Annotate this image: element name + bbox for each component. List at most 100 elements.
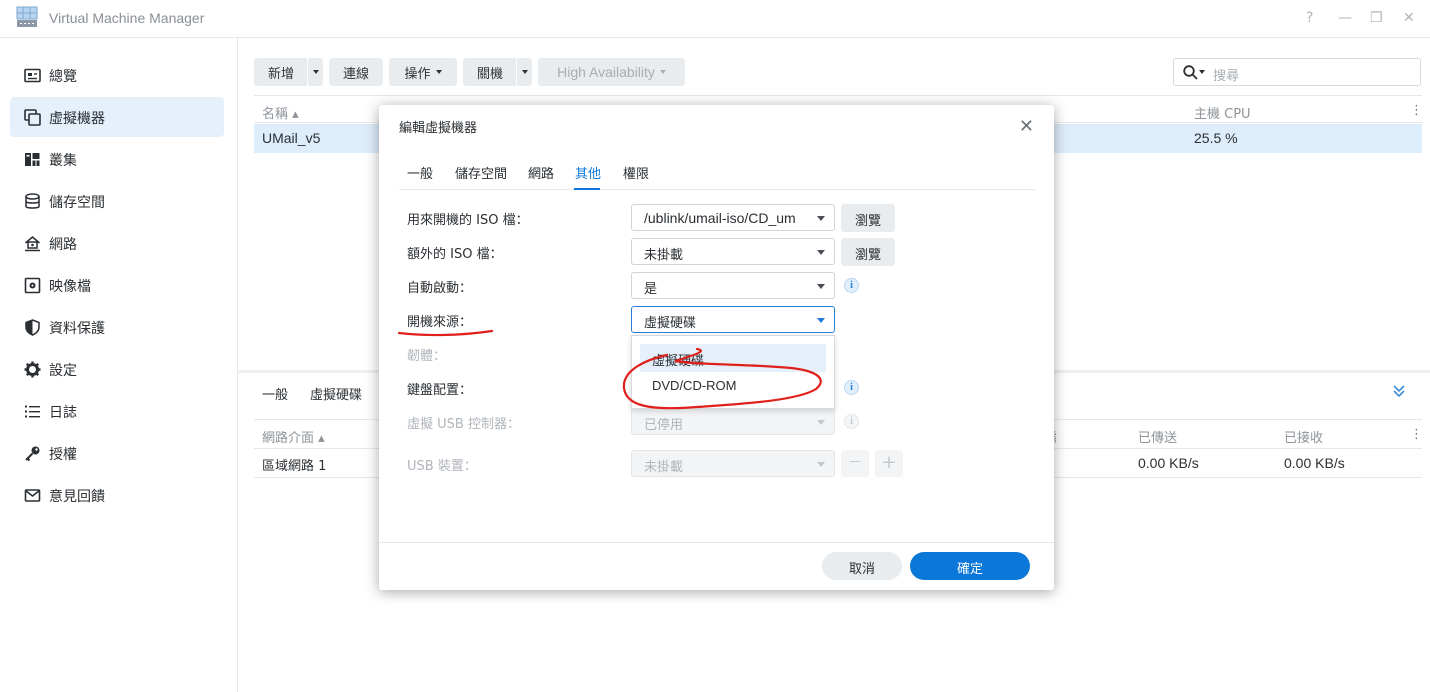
sidebar-item-settings[interactable]: 設定 (10, 349, 224, 389)
shutdown-dropdown-button[interactable] (516, 58, 532, 86)
sidebar-item-cluster[interactable]: 叢集 (10, 139, 224, 179)
sidebar-item-label: 映像檔 (49, 279, 91, 295)
ok-button[interactable]: 確定 (910, 552, 1030, 580)
tab-permissions[interactable]: 權限 (623, 163, 649, 182)
sidebar-item-virtual-machines[interactable]: 虛擬機器 (10, 97, 224, 137)
cancel-button[interactable]: 取消 (822, 552, 902, 580)
sidebar-item-images[interactable]: 映像檔 (10, 265, 224, 305)
search-placeholder[interactable]: 搜尋 (1213, 65, 1239, 84)
sidebar-item-log[interactable]: 日誌 (10, 391, 224, 431)
sidebar: 總覽 虛擬機器 叢集 儲存空間 網路 映像檔 資料保護 設定 日誌 授權 意見回… (0, 38, 238, 692)
mail-icon (24, 489, 41, 502)
received-cell: 0.00 KB/s (1284, 455, 1345, 471)
column-header-interface[interactable]: 網路介面 ▴ (262, 427, 325, 446)
extra-iso-select[interactable]: 未掛載 (631, 238, 835, 265)
usb-controller-select[interactable]: 已停用 (631, 408, 835, 435)
boot-source-select[interactable]: 虛擬硬碟 (631, 306, 835, 333)
sidebar-item-label: 授權 (49, 447, 77, 463)
interface-cell: 區域網路 1 (262, 459, 327, 474)
search-box[interactable]: 搜尋 (1173, 58, 1421, 86)
info-icon[interactable]: i (844, 278, 859, 293)
usb-controller-value: 已停用 (644, 418, 684, 433)
browse-boot-iso-button[interactable]: 瀏覽 (841, 204, 895, 232)
sidebar-item-label: 設定 (49, 363, 77, 379)
column-menu-icon[interactable]: ⋮ (1410, 103, 1423, 118)
remove-usb-button[interactable]: — (841, 450, 869, 477)
app-logo-icon (16, 6, 38, 27)
boot-source-label: 開機來源： (407, 315, 473, 330)
sidebar-item-label: 日誌 (49, 405, 77, 421)
tab-virtual-disk[interactable]: 虛擬硬碟 (310, 384, 362, 403)
sidebar-item-overview[interactable]: 總覽 (10, 55, 224, 95)
column-header-sent[interactable]: 已傳送 (1138, 427, 1177, 446)
sidebar-item-license[interactable]: 授權 (10, 433, 224, 473)
restore-button[interactable]: ❐ (1370, 10, 1383, 26)
key-icon (25, 446, 40, 462)
usb-controller-label: 虛擬 USB 控制器： (407, 417, 520, 432)
info-icon[interactable]: i (844, 414, 859, 429)
vm-name-cell: UMail_v5 (262, 130, 321, 146)
usb-device-value: 未掛載 (644, 460, 684, 475)
sidebar-item-label: 叢集 (49, 153, 77, 169)
browse-extra-iso-button[interactable]: 瀏覽 (841, 238, 895, 266)
cluster-icon (25, 153, 40, 166)
tab-other[interactable]: 其他 (575, 163, 601, 182)
tab-general[interactable]: 一般 (262, 384, 288, 403)
boot-iso-select[interactable]: /ublink/umail-iso/CD_um (631, 204, 835, 231)
autostart-select[interactable]: 是 (631, 272, 835, 299)
sidebar-item-label: 意見回饋 (49, 489, 105, 505)
usb-device-select[interactable]: 未掛載 (631, 450, 835, 477)
sidebar-item-storage[interactable]: 儲存空間 (10, 181, 224, 221)
close-icon[interactable]: ✕ (1019, 116, 1034, 137)
add-usb-button[interactable]: + (875, 450, 903, 477)
extra-iso-label: 額外的 ISO 檔： (407, 247, 503, 262)
underline-annotation (397, 329, 494, 337)
chevron-down-icon (435, 70, 442, 74)
dropdown-option-dvd-cdrom[interactable]: DVD/CD-ROM (640, 372, 826, 400)
help-button[interactable]: ? (1306, 10, 1313, 26)
column-header-name[interactable]: 名稱 ▴ (262, 103, 299, 122)
column-menu-icon[interactable]: ⋮ (1410, 427, 1423, 442)
boot-source-value: 虛擬硬碟 (644, 316, 697, 331)
shield-icon (25, 319, 40, 336)
footer-divider (379, 542, 1054, 543)
tab-storage[interactable]: 儲存空間 (455, 163, 507, 182)
sidebar-item-label: 儲存空間 (49, 195, 105, 211)
chevron-down-icon (659, 70, 666, 74)
sidebar-item-feedback[interactable]: 意見回饋 (10, 475, 224, 515)
overview-icon (24, 68, 41, 83)
sent-cell: 0.00 KB/s (1138, 455, 1199, 471)
tab-general[interactable]: 一般 (407, 163, 433, 182)
keyboard-layout-label: 鍵盤配置： (407, 383, 473, 398)
action-button[interactable]: 操作 (389, 58, 457, 86)
sidebar-item-label: 虛擬機器 (49, 111, 105, 127)
extra-iso-value: 未掛載 (644, 248, 684, 263)
sidebar-item-network[interactable]: 網路 (10, 223, 224, 263)
sidebar-item-data-protection[interactable]: 資料保護 (10, 307, 224, 347)
add-button[interactable]: 新增 (254, 58, 308, 86)
high-availability-button[interactable]: High Availability (538, 58, 685, 86)
shutdown-button[interactable]: 關機 (463, 58, 517, 86)
tab-network[interactable]: 網路 (528, 163, 554, 182)
collapse-panel-icon[interactable] (1392, 384, 1406, 398)
connect-button[interactable]: 連線 (329, 58, 383, 86)
autostart-label: 自動啟動： (407, 281, 473, 296)
boot-source-dropdown: 虛擬硬碟 DVD/CD-ROM (631, 335, 835, 409)
chevron-down-icon (521, 70, 528, 74)
column-header-host-cpu[interactable]: 主機 CPU (1194, 103, 1251, 122)
chevron-down-icon (817, 318, 825, 323)
chevron-down-icon (312, 70, 319, 74)
column-header-received[interactable]: 已接收 (1284, 427, 1323, 446)
chevron-down-icon (817, 420, 825, 425)
add-dropdown-button[interactable] (307, 58, 323, 86)
minimize-button[interactable]: — (1338, 10, 1352, 26)
active-tab-indicator (574, 188, 600, 190)
chevron-down-icon (817, 216, 825, 221)
action-button-label: 操作 (404, 66, 431, 82)
close-window-button[interactable]: ✕ (1403, 10, 1415, 26)
usb-device-label: USB 裝置： (407, 459, 477, 474)
search-options-icon[interactable] (1199, 70, 1205, 74)
info-icon[interactable]: i (844, 380, 859, 395)
title-bar: Virtual Machine Manager ? — ❐ ✕ (0, 0, 1430, 38)
dropdown-option-virtual-disk[interactable]: 虛擬硬碟 (640, 344, 826, 372)
